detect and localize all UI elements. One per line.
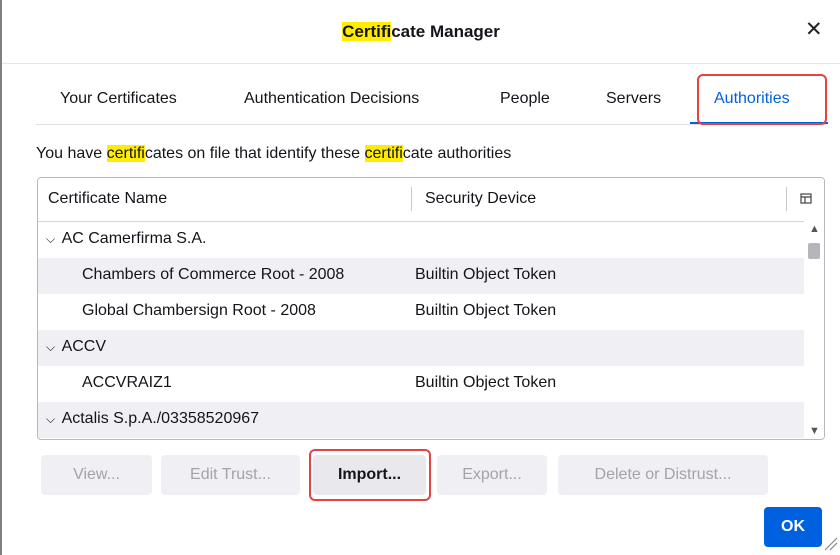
tab-people[interactable]: People	[500, 90, 550, 108]
tree-row-group[interactable]: ⌵ ACCV	[38, 330, 804, 366]
column-picker-icon[interactable]	[800, 193, 812, 205]
security-device: Builtin Object Token	[415, 302, 557, 319]
group-name: AC Camerfirma S.A.	[61, 230, 207, 247]
delete-or-distrust-button[interactable]: Delete or Distrust...	[558, 455, 768, 495]
dialog-title: Certificate Manager	[2, 22, 840, 42]
view-button[interactable]: View...	[41, 455, 152, 495]
desc-highlight-2: certifi	[364, 145, 403, 162]
title-highlight: Certifi	[342, 22, 392, 41]
certificate-name: Global Chambersign Root - 2008	[82, 302, 316, 319]
column-separator[interactable]	[411, 187, 412, 211]
column-header-certificate-name[interactable]: Certificate Name	[48, 190, 167, 208]
desc-part-1: You have	[36, 145, 107, 162]
chevron-down-icon[interactable]: ⌵	[46, 412, 58, 427]
column-separator[interactable]	[786, 187, 787, 211]
security-device: Builtin Object Token	[415, 374, 557, 391]
security-device: Builtin Object Token	[415, 266, 557, 283]
annotation-box-authorities	[697, 74, 827, 125]
tab-your-certificates[interactable]: Your Certificates	[60, 90, 177, 108]
certificate-name: Chambers of Commerce Root - 2008	[82, 266, 345, 283]
vertical-scrollbar[interactable]: ▲ ▼	[804, 221, 824, 439]
table-header: Certificate Name Security Device	[38, 178, 824, 222]
group-name: Actalis S.p.A./03358520967	[61, 410, 260, 427]
tree-row-certificate[interactable]: Chambers of Commerce Root - 2008 Builtin…	[38, 258, 804, 294]
export-button[interactable]: Export...	[437, 455, 547, 495]
chevron-down-icon[interactable]: ⌵	[46, 340, 58, 355]
scrollbar-thumb[interactable]	[808, 243, 820, 259]
tab-authentication-decisions[interactable]: Authentication Decisions	[244, 90, 419, 108]
resize-grip-icon[interactable]	[820, 533, 838, 551]
description-text: You have certificates on file that ident…	[36, 145, 511, 163]
tree-row-certificate[interactable]: Global Chambersign Root - 2008 Builtin O…	[38, 294, 804, 330]
group-name: ACCV	[61, 338, 107, 355]
certificate-tree[interactable]: Certificate Name Security Device ⌵ AC Ca…	[37, 177, 825, 440]
annotation-box-import	[309, 449, 431, 501]
tab-servers[interactable]: Servers	[606, 90, 661, 108]
desc-highlight-1: certifi	[106, 145, 145, 162]
certificate-manager-dialog: Certificate Manager ✕ Your Certificates …	[2, 0, 840, 555]
title-rest: cate Manager	[391, 22, 500, 41]
scroll-up-icon[interactable]: ▲	[809, 223, 820, 235]
tree-row-certificate[interactable]: ACCVRAIZ1 Builtin Object Token	[38, 366, 804, 402]
close-icon[interactable]: ✕	[805, 18, 823, 42]
certificate-name: ACCVRAIZ1	[82, 374, 172, 391]
tree-row-group[interactable]: ⌵ AC Camerfirma S.A.	[38, 222, 804, 258]
scroll-down-icon[interactable]: ▼	[809, 425, 820, 437]
ok-button[interactable]: OK	[764, 507, 822, 547]
chevron-down-icon[interactable]: ⌵	[46, 232, 58, 247]
edit-trust-button[interactable]: Edit Trust...	[161, 455, 300, 495]
desc-part-3: cate authorities	[402, 145, 512, 162]
title-divider	[2, 63, 840, 64]
column-header-security-device[interactable]: Security Device	[425, 190, 536, 208]
tree-row-group[interactable]: ⌵ Actalis S.p.A./03358520967	[38, 402, 804, 438]
desc-part-2: cates on file that identify these	[144, 145, 365, 162]
